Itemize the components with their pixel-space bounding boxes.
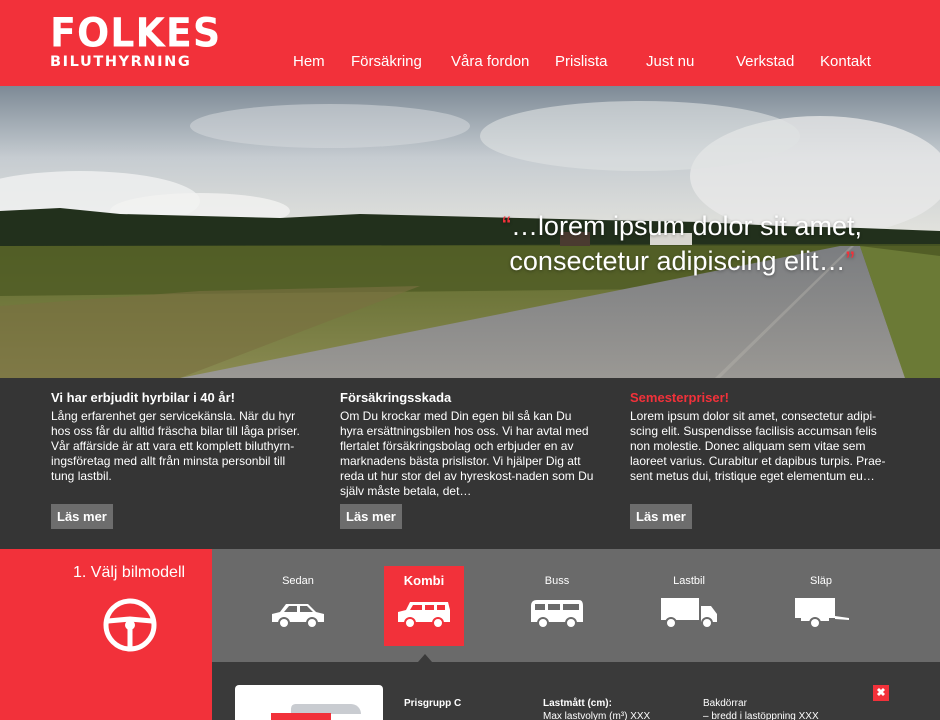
- active-vehicle-pointer: [418, 654, 432, 662]
- vehicle-label: Lastbil: [673, 575, 705, 587]
- vehicle-option-kombi[interactable]: Kombi: [384, 566, 464, 646]
- nav-item-kontakt[interactable]: Kontakt: [820, 53, 871, 70]
- hero-banner: “…lorem ipsum dolor sit amet, consectetu…: [0, 86, 940, 378]
- doors-title: Bakdörrar: [703, 698, 747, 709]
- info-title: Försäkringsskada: [340, 390, 452, 405]
- steering-wheel-icon: [103, 598, 157, 652]
- read-more-button[interactable]: Läs mer: [51, 504, 113, 529]
- quote-text: …lorem ipsum dolor sit amet, consectetur…: [509, 211, 863, 276]
- quote-open-mark: “: [501, 211, 511, 241]
- nav-item-hem[interactable]: Hem: [293, 53, 325, 70]
- price-group-label: Prisgrupp C: [404, 698, 462, 709]
- car-image-card: [235, 685, 383, 720]
- vehicle-label: Släp: [809, 575, 833, 587]
- step-panel: 1. Välj bilmodell: [0, 549, 212, 720]
- vehicle-label: Kombi: [403, 573, 445, 588]
- nav-item-verkstad[interactable]: Verkstad: [736, 53, 794, 70]
- read-more-button[interactable]: Läs mer: [340, 504, 402, 529]
- site-header: FOLKES BILUTHYRNING Hem Försäkring Våra …: [0, 0, 940, 86]
- cargo-volume: Max lastvolym (m³) XXX: [543, 711, 651, 720]
- info-body: Om Du krockar med Din egen bil så kan Du…: [340, 409, 594, 498]
- doors-width: – bredd i lastöppning XXX: [703, 711, 819, 720]
- read-more-button[interactable]: Läs mer: [630, 504, 692, 529]
- sedan-icon: [272, 604, 324, 629]
- main-nav: Hem Försäkring Våra fordon Prislista Jus…: [0, 53, 940, 73]
- station-wagon-icon: [398, 602, 450, 629]
- info-band: Vi har erbjudit hyrbilar i 40 år! Lång e…: [0, 378, 940, 549]
- price-group: Prisgrupp C: [404, 697, 461, 710]
- step-label: 1. Välj bilmodell: [73, 564, 186, 581]
- brand-name: FOLKES: [50, 9, 222, 57]
- cargo-dimensions: Lastmått (cm): Max lastvolym (m³) XXX: [543, 697, 650, 720]
- vehicle-option-slap[interactable]: Släp: [781, 566, 861, 646]
- vehicle-selector: Sedan Kombi Buss Lastbil Släp: [212, 549, 940, 662]
- trailer-icon: [795, 598, 849, 629]
- hero-quote: “…lorem ipsum dolor sit amet, consectetu…: [482, 209, 882, 279]
- info-column-insurance: Försäkringsskada Om Du krockar med Din e…: [340, 390, 598, 499]
- vehicle-label: Sedan: [282, 575, 314, 587]
- vehicle-detail-panel: Prisgrupp C Lastmått (cm): Max lastvolym…: [212, 662, 940, 720]
- quote-close-mark: ”: [845, 246, 855, 276]
- vehicle-option-sedan[interactable]: Sedan: [258, 566, 338, 646]
- nav-item-forsakring[interactable]: Försäkring: [351, 53, 422, 70]
- vehicle-label: Buss: [544, 575, 570, 587]
- bus-icon: [531, 600, 583, 629]
- nav-item-just-nu[interactable]: Just nu: [646, 53, 694, 70]
- vehicle-option-buss[interactable]: Buss: [517, 566, 597, 646]
- rear-doors: Bakdörrar – bredd i lastöppning XXX: [703, 697, 819, 720]
- nav-item-vara-fordon[interactable]: Våra fordon: [451, 53, 529, 70]
- nav-item-prislista[interactable]: Prislista: [555, 53, 608, 70]
- truck-icon: [661, 598, 717, 629]
- info-title: Semesterpriser!: [630, 390, 729, 405]
- vehicle-option-lastbil[interactable]: Lastbil: [649, 566, 729, 646]
- close-icon[interactable]: ✖: [873, 685, 889, 701]
- price-tag-strip: [271, 713, 331, 720]
- info-column-holiday: Semesterpriser! Lorem ipsum dolor sit am…: [630, 390, 888, 484]
- cargo-title: Lastmått (cm):: [543, 698, 612, 709]
- info-body: Lång erfarenhet ger servicekänsla. När d…: [51, 409, 300, 483]
- info-title: Vi har erbjudit hyrbilar i 40 år!: [51, 390, 235, 405]
- info-body: Lorem ipsum dolor sit amet, consectetur …: [630, 409, 886, 483]
- info-column-history: Vi har erbjudit hyrbilar i 40 år! Lång e…: [51, 390, 309, 484]
